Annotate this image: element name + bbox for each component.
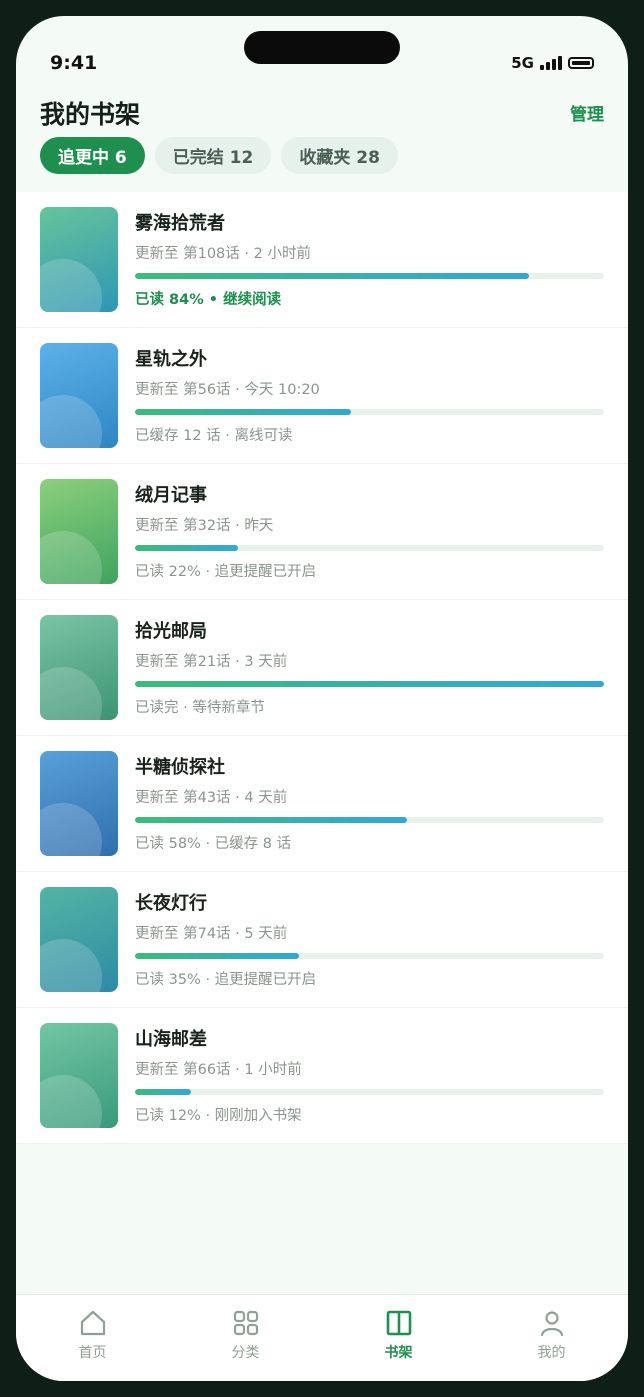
book-title: 山海邮差 [135,1029,207,1050]
book-title: 长夜灯行 [135,893,207,914]
nav-label: 我的 [537,1345,566,1361]
nav-label: 书架 [384,1345,413,1361]
reading-progress-bar [135,681,604,687]
book-item[interactable]: 绒月记事 更新至 第32话 · 昨天 已读 22% · 追更提醒已开启 [16,464,628,600]
book-title: 拾光邮局 [135,621,207,642]
book-status: 已读 58% · 已缓存 8 话 [135,836,292,852]
book-cover [40,479,118,584]
book-title: 雾海拾荒者 [135,213,225,234]
signal-icon [540,56,562,70]
book-cover [40,615,118,720]
phone-screen: 9:41 5G 我的书架 管理 追更中 6 已完结 12 收藏夹 28 雾海拾荒… [16,16,628,1381]
book-cover [40,751,118,856]
home-icon [80,1310,105,1336]
book-update: 更新至 第74话 · 5 天前 [135,926,288,942]
reading-progress-bar [135,409,604,415]
grid-icon [233,1310,258,1336]
nav-label: 首页 [78,1345,107,1361]
book-cover [40,1023,118,1128]
status-time: 9:41 [50,52,98,74]
reading-progress-bar [135,273,604,279]
page-title: 我的书架 [40,100,141,129]
battery-icon [568,57,594,69]
nav-category[interactable]: 分类 [169,1295,322,1381]
progress-fill [135,953,300,959]
book-update: 更新至 第43话 · 4 天前 [135,790,288,806]
tab-following[interactable]: 追更中 6 [40,137,145,174]
book-title: 绒月记事 [135,485,207,506]
tab-favorites[interactable]: 收藏夹 28 [281,137,398,174]
book-cover [40,207,118,312]
book-update: 更新至 第32话 · 昨天 [135,518,274,534]
manage-button[interactable]: 管理 [570,100,604,125]
book-item[interactable]: 半糖侦探社 更新至 第43话 · 4 天前 已读 58% · 已缓存 8 话 [16,736,628,872]
shelf-tabs: 追更中 6 已完结 12 收藏夹 28 [40,137,398,174]
book-cover [40,887,118,992]
book-item[interactable]: 星轨之外 更新至 第56话 · 今天 10:20 已缓存 12 话 · 离线可读 [16,328,628,464]
book-update: 更新至 第108话 · 2 小时前 [135,246,311,262]
nav-label: 分类 [231,1345,260,1361]
reading-progress-bar [135,1089,604,1095]
progress-fill [135,817,408,823]
book-update: 更新至 第56话 · 今天 10:20 [135,382,320,398]
status-indicators: 5G [511,54,594,72]
dynamic-island [244,31,400,64]
network-label: 5G [511,54,534,72]
reading-progress-bar [135,953,604,959]
tab-completed[interactable]: 已完结 12 [154,137,272,174]
progress-fill [135,273,529,279]
bottom-nav: 首页 分类 书架 我的 [16,1294,628,1381]
reading-progress-bar [135,545,604,551]
book-status: 已读完 · 等待新章节 [135,700,265,716]
book-update: 更新至 第21话 · 3 天前 [135,654,288,670]
book-list: 雾海拾荒者 更新至 第108话 · 2 小时前 已读 84% • 继续阅读 星轨… [16,192,628,1144]
nav-home[interactable]: 首页 [16,1295,169,1381]
book-status: 已读 22% · 追更提醒已开启 [135,564,317,580]
profile-icon [540,1311,563,1337]
book-title: 星轨之外 [135,349,207,370]
progress-fill [135,681,604,687]
book-status: 已读 84% • 继续阅读 [135,292,282,308]
book-update: 更新至 第66话 · 1 小时前 [135,1062,302,1078]
progress-fill [135,1089,192,1095]
book-item[interactable]: 山海邮差 更新至 第66话 · 1 小时前 已读 12% · 刚刚加入书架 [16,1008,628,1144]
nav-profile[interactable]: 我的 [475,1295,628,1381]
book-item[interactable]: 拾光邮局 更新至 第21话 · 3 天前 已读完 · 等待新章节 [16,600,628,736]
book-status: 已缓存 12 话 · 离线可读 [135,428,293,444]
reading-progress-bar [135,817,604,823]
book-status: 已读 35% · 追更提醒已开启 [135,972,317,988]
progress-fill [135,409,351,415]
book-cover [40,343,118,448]
progress-fill [135,545,239,551]
book-item[interactable]: 雾海拾荒者 更新至 第108话 · 2 小时前 已读 84% • 继续阅读 [16,192,628,328]
nav-bookshelf[interactable]: 书架 [322,1295,475,1381]
book-status: 已读 12% · 刚刚加入书架 [135,1108,302,1124]
bookshelf-icon [386,1310,411,1336]
book-item[interactable]: 长夜灯行 更新至 第74话 · 5 天前 已读 35% · 追更提醒已开启 [16,872,628,1008]
book-title: 半糖侦探社 [135,757,225,778]
